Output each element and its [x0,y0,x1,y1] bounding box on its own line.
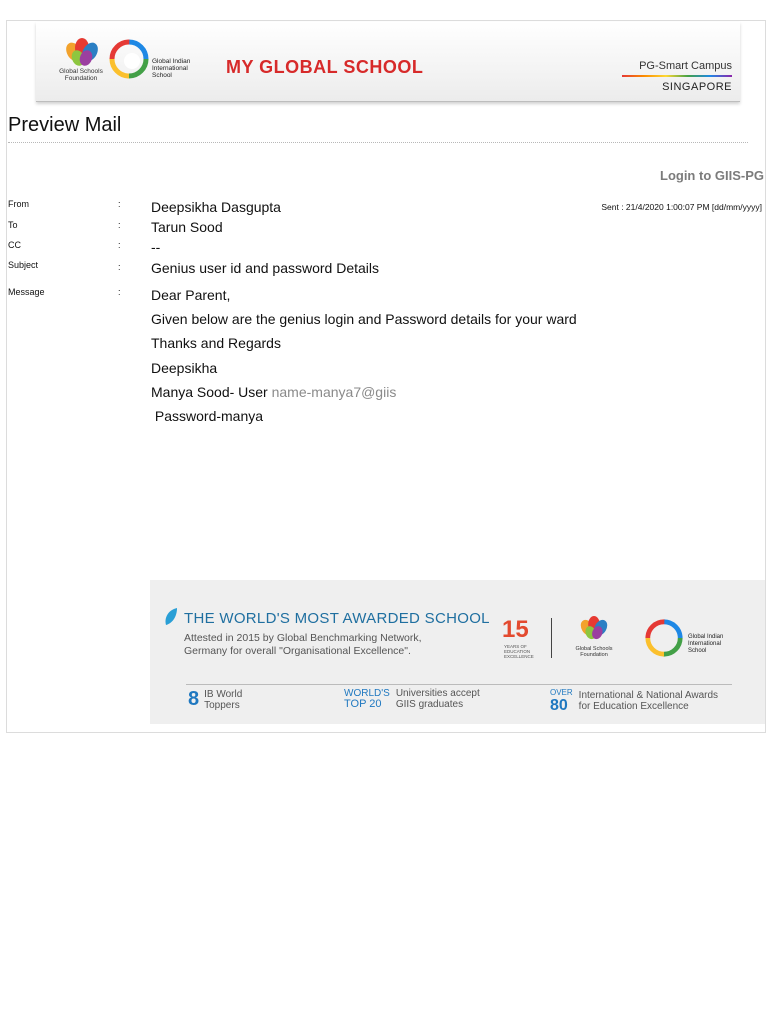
message-line: Given below are the genius login and Pas… [151,311,577,327]
award-subtext: Attested in 2015 by Global Benchmarking … [184,632,422,658]
gsf-name: Global Schools Foundation [59,68,103,82]
header-banner: Global Schools Foundation Global Indian … [36,22,740,102]
stat-awards-text: International & National Awards for Educ… [579,690,718,712]
cc-value: -- [151,239,161,255]
stat-top20: WORLD'S TOP 20 Universities accept GIIS … [344,688,480,710]
stat-awards-number: 80 [550,697,568,714]
stat-top20-text1: Universities accept [395,688,480,699]
subject-value: Genius user id and password Details [151,260,380,276]
stat-awards-text2: for Education Excellence [578,700,689,712]
global-schools-foundation-logo-icon [580,616,608,640]
fifteen-years-caption: YEARS OF EDUCATION EXCELLENCE [504,644,534,659]
from-colon: : [118,199,121,209]
award-banner: THE WORLD'S MOST AWARDED SCHOOL Attested… [150,580,765,724]
message-regards: Thanks and Regards [151,335,281,351]
user-id-value: name-manya7@giis [271,384,397,400]
stat-top20-text2: GIIS graduates [395,699,464,710]
message-greeting: Dear Parent, [151,287,231,303]
from-value: Deepsikha Dasgupta [151,199,281,215]
from-label: From [8,199,29,209]
award-gsf-name: Global Schools Foundation [575,646,613,658]
stat-awards-badge: OVER 80 [550,688,573,714]
message-signature: Deepsikha [151,360,218,376]
campus-block: PG-Smart Campus SINGAPORE [622,60,732,93]
subject-colon: : [118,262,121,272]
leaf-icon [165,608,177,625]
award-divider [551,618,552,658]
message-user-line: Manya Sood- User name-manya7@giis [151,384,396,400]
stat-ib-text: IB World Toppers [204,688,243,711]
stat-awards-text1: International & National Awards [578,689,719,701]
cc-label: CC [8,240,21,250]
brand-title: MY GLOBAL SCHOOL [226,57,424,77]
campus-name: PG-Smart Campus [639,60,732,72]
award-giis-name: Global Indian International School [688,634,724,654]
award-rule [186,684,732,685]
award-headline: THE WORLD'S MOST AWARDED SCHOOL [184,610,490,627]
fifteen-years-badge: 15 [502,616,529,643]
sent-timestamp: Sent : 21/4/2020 1:00:07 PM [dd/mm/yyyy] [601,202,762,212]
award-sub-line1: Attested in 2015 by Global Benchmarking … [184,632,422,644]
stat-ib-toppers: 8 IB World Toppers [188,688,254,711]
page-title: Preview Mail [8,114,122,136]
stat-top20-text: Universities accept GIIS graduates [396,688,480,710]
giis-logo-icon [645,619,683,657]
title-divider [8,142,748,143]
to-label: To [8,220,18,230]
campus-location: SINGAPORE [662,81,732,93]
stat-top20-badge: WORLD'S TOP 20 [344,689,390,710]
stat-awards: OVER 80 International & National Awards … [550,688,718,714]
rainbow-divider [622,75,732,77]
giis-logo-icon [109,39,149,79]
to-colon: : [118,220,121,230]
stat-ib-number: 8 [188,688,200,710]
to-value: Tarun Sood [151,219,223,235]
message-colon: : [118,287,121,297]
stat-top20-small2: TOP 20 [344,698,382,710]
award-sub-line2: Germany for overall "Organisational Exce… [184,645,411,657]
login-link[interactable]: Login to GIIS-PG [660,168,764,183]
subject-label: Subject [8,260,39,270]
message-label: Message [8,287,45,297]
user-prefix: Manya Sood- User [151,384,272,400]
giis-name: Global Indian International School [152,58,191,79]
message-password: Password-manya [151,408,264,424]
cc-colon: : [118,240,121,250]
